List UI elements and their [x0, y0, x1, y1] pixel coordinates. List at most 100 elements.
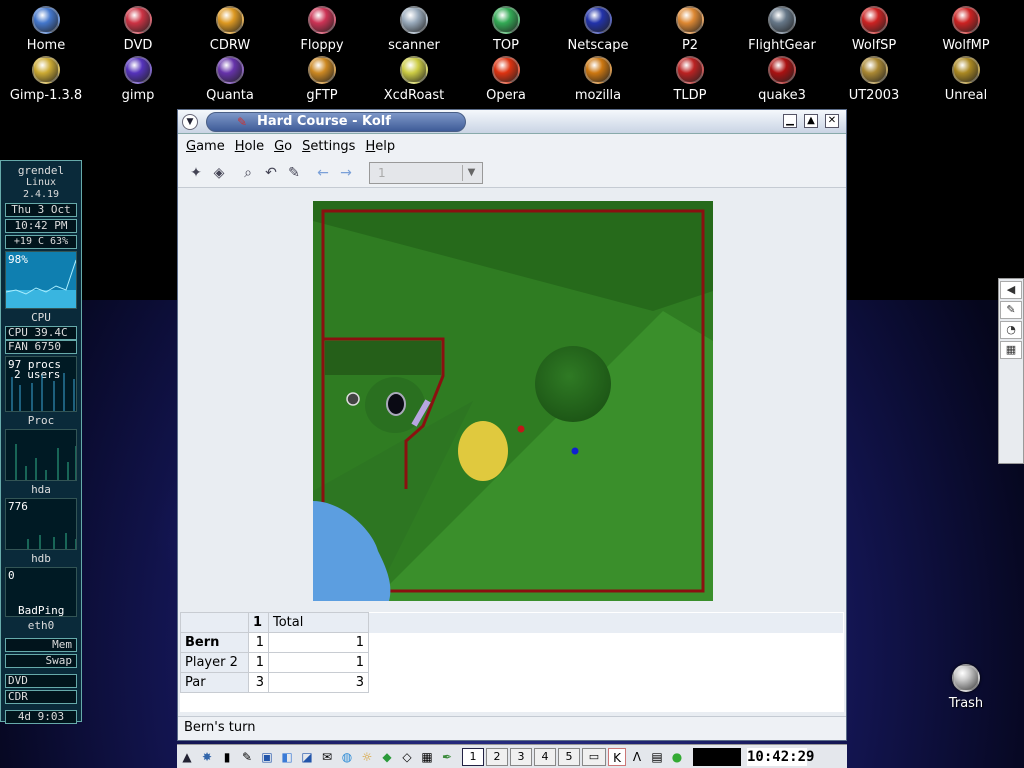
home-icon	[32, 6, 60, 34]
desktop-icon-label: TOP	[492, 38, 519, 53]
desktop-icon-quake3[interactable]: quake3	[742, 56, 822, 103]
status-bar: Bern's turn	[178, 716, 846, 740]
forward-arrow-icon[interactable]: →	[336, 163, 356, 183]
desktop-icon-wolfmp[interactable]: WolfMP	[926, 6, 1006, 53]
network-icon[interactable]: ▤	[648, 748, 666, 766]
menu-hole[interactable]: Hole	[235, 139, 264, 154]
window-title-pill[interactable]: ✎ Hard Course - Kolf	[206, 112, 466, 132]
desktop-icon-floppy[interactable]: Floppy	[282, 6, 362, 53]
trash-desktop-icon[interactable]: Trash	[926, 664, 1006, 711]
file-manager-icon[interactable]: ◧	[278, 748, 296, 766]
kolf-app-icon: ✎	[237, 115, 248, 129]
window-title: Hard Course - Kolf	[257, 114, 391, 129]
mail-icon[interactable]: ✉	[318, 748, 336, 766]
desktop-icon-label: P2	[681, 38, 699, 53]
desktop-2[interactable]: 2	[486, 747, 508, 766]
desktop-icon-label: Unreal	[944, 88, 988, 103]
desktop-1[interactable]: 1	[462, 747, 484, 766]
desktop-icon-netscape[interactable]: Netscape	[558, 6, 638, 53]
save-icon[interactable]: ◈	[209, 163, 229, 183]
desktop-icon-ut2003[interactable]: UT2003	[834, 56, 914, 103]
desktop-icon-dvd[interactable]: DVD	[98, 6, 178, 53]
desktop-icon-quanta[interactable]: Quanta	[190, 56, 270, 103]
floppy-icon	[308, 6, 336, 34]
tool-icon[interactable]: ✎	[238, 748, 256, 766]
kolf-task-icon[interactable]: K	[608, 747, 626, 766]
desktop-icon-tldp[interactable]: TLDP	[650, 56, 730, 103]
settings-icon[interactable]: ✸	[198, 748, 216, 766]
desktop-icon-opera[interactable]: Opera	[466, 56, 546, 103]
desktop-icon-gimp-1-3-8[interactable]: Gimp-1.3.8	[6, 56, 86, 103]
cpu-temp: CPU 39.4C	[5, 326, 77, 340]
edit-icon[interactable]: ✎	[284, 163, 304, 183]
maximize-button[interactable]: ▲	[804, 114, 818, 128]
menu-help[interactable]: Help	[365, 139, 395, 154]
desktop-icon-unreal[interactable]: Unreal	[926, 56, 1006, 103]
browser-icon[interactable]: ◍	[338, 748, 356, 766]
desktop-icon-top[interactable]: TOP	[466, 6, 546, 53]
quake3-icon	[768, 56, 796, 84]
calculator-icon[interactable]: ▦	[418, 748, 436, 766]
cdr-mount[interactable]: CDR	[5, 690, 77, 704]
desktop-icon-label: Gimp-1.3.8	[9, 88, 83, 103]
editor-icon[interactable]: ◪	[298, 748, 316, 766]
flightgear-icon	[768, 6, 796, 34]
pen-icon[interactable]: ✒	[438, 748, 456, 766]
menu-bar: Game Hole Go Settings Help	[178, 134, 846, 158]
package-icon[interactable]: ◆	[378, 748, 396, 766]
desktop-icon-xcdroast[interactable]: XcdRoast	[374, 56, 454, 103]
k-menu-icon[interactable]: ▲	[178, 748, 196, 766]
kernel-version: Linux 2.4.19	[22, 177, 60, 200]
desktop-icon-wolfsp[interactable]: WolfSP	[834, 6, 914, 53]
window-menu-button[interactable]: ▼	[182, 114, 198, 130]
zoom-icon[interactable]: ⌕	[238, 163, 258, 183]
par-total: 3	[268, 672, 369, 693]
golf-course-canvas[interactable]	[313, 201, 713, 601]
window-list-button[interactable]: ▭	[582, 747, 606, 766]
desktop-icon-gftp[interactable]: gFTP	[282, 56, 362, 103]
desktop-3[interactable]: 3	[510, 747, 532, 766]
taskbar-clock: 10:42:29	[747, 747, 815, 766]
quanta-icon	[216, 56, 244, 84]
diamond-icon[interactable]: ◇	[398, 748, 416, 766]
desktop-icon-flightgear[interactable]: FlightGear	[742, 6, 822, 53]
show-desktop-icon[interactable]: ▮	[218, 748, 236, 766]
back-arrow-icon[interactable]: ←	[313, 163, 333, 183]
desktop-icon-cdrw[interactable]: CDRW	[190, 6, 270, 53]
menu-go[interactable]: Go	[274, 139, 292, 154]
undo-icon[interactable]: ↶	[261, 163, 281, 183]
menu-game[interactable]: Game	[186, 139, 225, 154]
desktop-icon-scanner[interactable]: scanner	[374, 6, 454, 53]
time-display: 10:42 PM	[5, 219, 77, 233]
uptime: 4d 9:03	[5, 710, 77, 724]
desktop-5[interactable]: 5	[558, 747, 580, 766]
hostname: grendel	[17, 164, 65, 177]
ut2003-icon	[860, 56, 888, 84]
ping-value: 0	[8, 569, 15, 582]
desktop-icon-gimp[interactable]: gimp	[98, 56, 178, 103]
gftp-icon	[308, 56, 336, 84]
menu-settings[interactable]: Settings	[302, 139, 355, 154]
trash-label: Trash	[948, 696, 984, 711]
user-icon[interactable]: ●	[668, 748, 686, 766]
ping-label: BadPing	[18, 604, 65, 617]
new-game-icon[interactable]: ✦	[186, 163, 206, 183]
desktop-icon-p2[interactable]: P2	[650, 6, 730, 53]
kolf-tray-icon[interactable]: ✎	[1000, 301, 1022, 319]
desktop-icon-home[interactable]: Home	[6, 6, 86, 53]
desktop-icon-label: UT2003	[848, 88, 900, 103]
close-button[interactable]: ✕	[825, 114, 839, 128]
terminal-icon[interactable]: ᐱ	[628, 748, 646, 766]
konqueror-icon[interactable]: ☼	[358, 748, 376, 766]
dvd-mount[interactable]: DVD	[5, 674, 77, 688]
desktop-4[interactable]: 4	[534, 747, 556, 766]
paint-tray-icon[interactable]: ◔	[1000, 321, 1022, 339]
hole-select[interactable]: 1 ▼	[369, 161, 483, 184]
monitor-icon[interactable]: ▣	[258, 748, 276, 766]
app-tray-icon[interactable]: ▦	[1000, 341, 1022, 359]
desktop-icon-mozilla[interactable]: mozilla	[558, 56, 638, 103]
arrow-left-icon[interactable]: ◀	[1000, 281, 1022, 299]
title-bar[interactable]: ▼ ✎ Hard Course - Kolf ▁ ▲ ✕	[178, 110, 846, 134]
cpu-label: CPU	[31, 311, 51, 324]
minimize-button[interactable]: ▁	[783, 114, 797, 128]
